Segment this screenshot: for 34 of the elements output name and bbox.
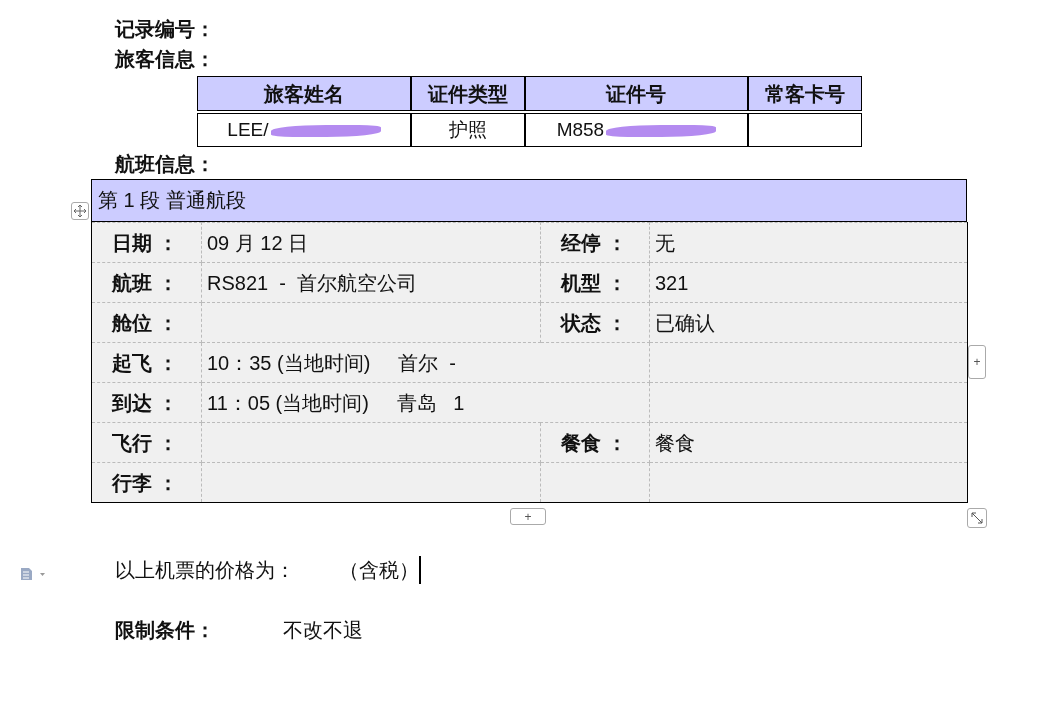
segment-title: 第 1 段 普通航段 <box>91 179 967 222</box>
field-label: 飞行 ： <box>91 422 202 463</box>
field-label: 记录编号： <box>115 17 216 42</box>
field-label: 机型 ： <box>540 262 650 303</box>
cell-text: LEE/ <box>227 118 269 140</box>
field-value: 11：05 (当地时间) 青岛 1 <box>201 382 650 423</box>
field-label: 限制条件： <box>115 618 216 643</box>
field-value: 不改不退 <box>283 618 363 643</box>
field-label: 航班 ： <box>91 262 202 303</box>
cell-text: 护照 <box>449 118 488 140</box>
field-label: 日期 ： <box>91 222 202 263</box>
field-value: 09 月 12 日 <box>201 222 541 263</box>
field-label: 起飞 ： <box>91 342 202 383</box>
add-column-button[interactable]: + <box>968 345 986 379</box>
field-label: 经停 ： <box>540 222 650 263</box>
price-text: 以上机票的价格为： （含税） <box>115 558 420 583</box>
field-label: 到达 ： <box>91 382 202 423</box>
column-header: 证件号 <box>525 76 748 111</box>
field-value: 无 <box>649 222 968 263</box>
field-label: 舱位 ： <box>91 302 202 343</box>
field-label: 餐食 ： <box>540 422 650 463</box>
field-label: 状态 ： <box>540 302 650 343</box>
move-handle-icon[interactable] <box>71 202 89 220</box>
add-row-button[interactable]: + <box>510 508 546 525</box>
column-header: 常客卡号 <box>747 76 862 111</box>
resize-handle-icon[interactable] <box>967 508 987 528</box>
cell-text: M858 <box>556 118 605 140</box>
field-label: 航班信息： <box>115 152 216 177</box>
field-value: RS821 - 首尔航空公司 <box>201 262 541 303</box>
column-header: 证件类型 <box>410 76 526 111</box>
field-label: 旅客信息： <box>115 47 216 72</box>
text-cursor <box>419 556 422 584</box>
column-header: 旅客姓名 <box>197 76 411 111</box>
field-value: 10：35 (当地时间) 首尔 - <box>201 342 650 383</box>
